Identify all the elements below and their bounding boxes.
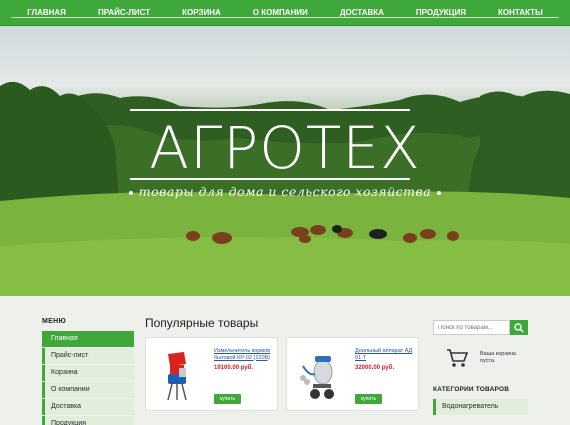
sidebar-item-products[interactable]: Продукция (42, 416, 134, 425)
search-box (433, 320, 528, 335)
nav-link-products[interactable]: Продукция (399, 8, 483, 18)
nav-link-contacts[interactable]: Контакты (482, 8, 559, 18)
bullet-icon (437, 190, 442, 195)
nav-link-delivery[interactable]: Доставка (323, 8, 400, 18)
nav-link-home[interactable]: Главная (11, 8, 82, 18)
sidebar-item-about[interactable]: О компании (42, 382, 134, 398)
nav-link-cart[interactable]: Корзина (166, 8, 237, 18)
product-card: Измельчитель кормов бытовой КР-02 (220В)… (145, 337, 278, 411)
site-tagline: товары для дома и сельского хозяйства (0, 184, 570, 199)
sidebar-item-price-list[interactable]: Прайс-лист (42, 348, 134, 364)
product-card: Доильный аппарат АД 01 Т 32000.00 руб. к… (286, 337, 419, 411)
sidebar-item-home[interactable]: Главная (42, 331, 134, 347)
product-price: 32000.00 руб. (355, 365, 394, 371)
top-navigation: Главная Прайс-лист Корзина О компании До… (0, 0, 570, 26)
cart-status: Ваша корзина пуста. (480, 351, 516, 365)
product-list: Измельчитель кормов бытовой КР-02 (220В)… (145, 337, 425, 411)
sidebar-title: МЕНЮ (42, 318, 66, 325)
category-item-water-heater[interactable]: Водонагреватель (433, 399, 528, 415)
milking-machine-image[interactable] (295, 346, 339, 402)
hero-banner: АГРОТЕХ товары для дома и сельского хозя… (0, 26, 570, 296)
right-sidebar: Ваша корзина пуста. КАТЕГОРИИ ТОВАРОВ Во… (433, 320, 528, 415)
product-name-link[interactable]: Доильный аппарат АД 01 Т (355, 348, 417, 361)
search-input[interactable] (433, 320, 510, 335)
buy-button[interactable]: купить (214, 394, 241, 404)
cart-widget[interactable]: Ваша корзина пуста. (433, 347, 528, 369)
bullet-icon (128, 190, 133, 195)
product-price: 19100.00 руб. (214, 365, 253, 371)
search-button[interactable] (510, 320, 528, 335)
sidebar-item-cart[interactable]: Корзина (42, 365, 134, 381)
search-icon (514, 322, 524, 333)
site-logo-title: АГРОТЕХ (149, 114, 421, 182)
logo-bottom-line (130, 178, 410, 180)
cart-status-line: Ваша корзина (480, 351, 516, 357)
shopping-cart-icon (447, 349, 468, 367)
buy-button[interactable]: купить (355, 394, 382, 404)
cart-status-line: пуста. (480, 358, 496, 364)
feed-grinder-image[interactable] (154, 346, 198, 402)
logo-top-line (130, 109, 410, 111)
categories-title: КАТЕГОРИИ ТОВАРОВ (433, 386, 510, 393)
main-content: Популярные товары Измельчитель кормов бы… (145, 316, 425, 411)
product-name-link[interactable]: Измельчитель кормов бытовой КР-02 (220В) (214, 348, 276, 361)
sidebar-item-delivery[interactable]: Доставка (42, 399, 134, 415)
page-title: Популярные товары (145, 316, 259, 330)
tagline-text: товары для дома и сельского хозяйства (138, 184, 432, 199)
sidebar-menu: МЕНЮ Главная Прайс-лист Корзина О компан… (42, 318, 134, 425)
nav-link-about[interactable]: О компании (236, 8, 324, 18)
nav-link-price-list[interactable]: Прайс-лист (81, 8, 167, 18)
